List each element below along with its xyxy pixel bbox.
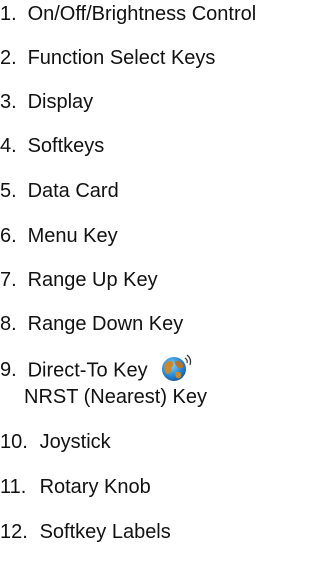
item-number: 6. bbox=[0, 225, 17, 247]
item-number: 12. bbox=[0, 521, 28, 543]
list-item-7: 7. Range Up Key bbox=[0, 268, 158, 292]
item-number: 7. bbox=[0, 269, 17, 291]
list-item-10: 10. Joystick bbox=[0, 430, 111, 454]
item-label: Menu Key bbox=[27, 225, 118, 247]
list-item-3: 3. Display bbox=[0, 90, 93, 114]
list-item-9-secondary: NRST (Nearest) Key bbox=[24, 385, 207, 409]
item-number: 4. bbox=[0, 135, 17, 157]
item-number: 8. bbox=[0, 313, 17, 335]
list-item-9: 9. Direct-To Key bbox=[0, 353, 193, 386]
item-number: 9. bbox=[0, 359, 17, 382]
item-label: Softkeys bbox=[27, 135, 105, 157]
list-item-5: 5. Data Card bbox=[0, 179, 119, 203]
item-label: Display bbox=[27, 91, 94, 113]
item-number: 3. bbox=[0, 91, 17, 113]
item-label: NRST (Nearest) Key bbox=[24, 386, 208, 408]
legend-list: 1. On/Off/Brightness Control 2. Function… bbox=[0, 0, 336, 573]
list-item-1: 1. On/Off/Brightness Control bbox=[0, 2, 256, 26]
item-number: 5. bbox=[0, 180, 17, 202]
item-number: 1. bbox=[0, 3, 17, 25]
list-item-12: 12. Softkey Labels bbox=[0, 520, 171, 544]
item-number: 10. bbox=[0, 431, 28, 453]
list-item-8: 8. Range Down Key bbox=[0, 312, 183, 336]
item-label: Direct-To Key bbox=[27, 359, 148, 382]
list-item-4: 4. Softkeys bbox=[0, 134, 104, 158]
item-number: 11. bbox=[0, 476, 27, 498]
item-label: Range Down Key bbox=[27, 313, 184, 335]
item-label: Softkey Labels bbox=[39, 521, 171, 543]
item-number: 2. bbox=[0, 47, 17, 69]
item-label: Range Up Key bbox=[27, 269, 158, 291]
list-item-11: 11. Rotary Knob bbox=[0, 475, 151, 499]
globe-icon bbox=[159, 353, 193, 383]
list-item-2: 2. Function Select Keys bbox=[0, 46, 215, 70]
item-label: Data Card bbox=[27, 180, 119, 202]
item-label: Joystick bbox=[39, 431, 111, 453]
item-label: On/Off/Brightness Control bbox=[27, 3, 257, 25]
item-label: Rotary Knob bbox=[39, 476, 151, 498]
item-label: Function Select Keys bbox=[27, 47, 216, 69]
list-item-6: 6. Menu Key bbox=[0, 224, 118, 248]
